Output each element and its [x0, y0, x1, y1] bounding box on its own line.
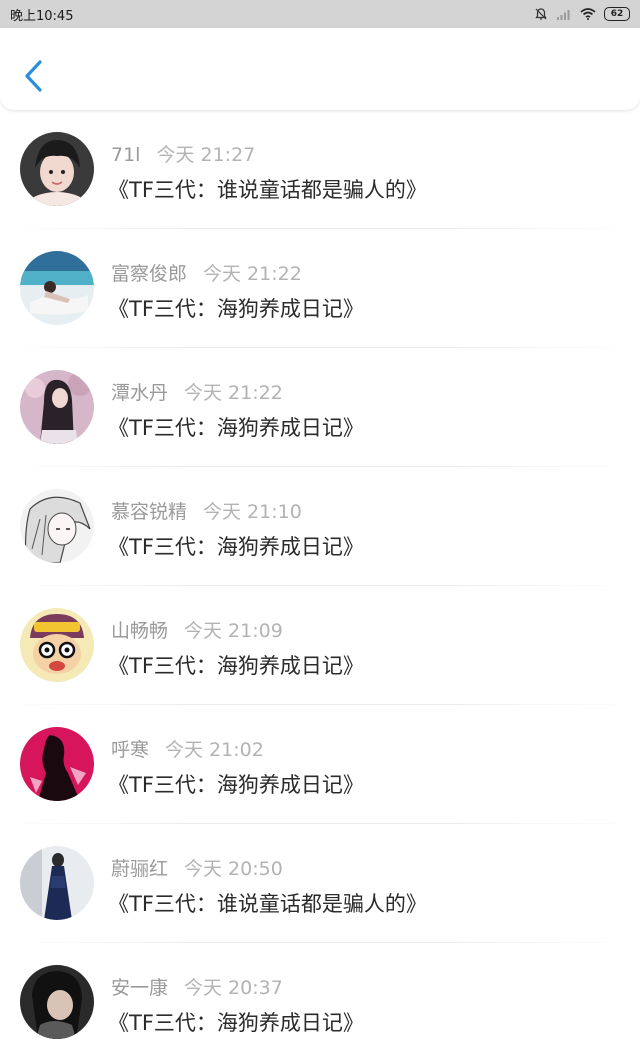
item-meta: 山畅畅 今天 21:09 [111, 616, 283, 643]
item-meta: 潭水丹 今天 21:22 [111, 378, 283, 405]
item-time: 今天 21:10 [203, 501, 302, 523]
user-name: 蔚骊红 [111, 858, 169, 880]
user-name: 富察俊郎 [111, 263, 188, 285]
item-meta: 慕容锐精 今天 21:10 [111, 497, 302, 524]
item-meta: 富察俊郎 今天 21:22 [111, 259, 302, 286]
status-icons: 62 [534, 7, 630, 21]
list-item[interactable]: 蔚骊红 今天 20:50 《TF三代：谁说童话都是骗人的》 [0, 824, 640, 943]
item-time: 今天 21:22 [184, 382, 283, 404]
avatar[interactable] [20, 489, 94, 563]
user-name: 山畅畅 [111, 620, 169, 642]
user-name: 71l [111, 144, 141, 166]
item-title: 《TF三代：谁说童话都是骗人的》 [108, 892, 427, 916]
item-time: 今天 20:50 [184, 858, 283, 880]
user-name: 潭水丹 [111, 382, 169, 404]
avatar[interactable] [20, 132, 94, 206]
item-title: 《TF三代：海狗养成日记》 [108, 297, 364, 321]
item-title: 《TF三代：谁说童话都是骗人的》 [108, 178, 427, 202]
avatar[interactable] [20, 370, 94, 444]
item-time: 今天 21:22 [203, 263, 302, 285]
user-name: 慕容锐精 [111, 501, 188, 523]
item-time: 今天 21:02 [165, 739, 264, 761]
item-time: 今天 20:37 [184, 977, 283, 999]
signal-icon [557, 10, 570, 20]
item-time: 今天 21:09 [184, 620, 283, 642]
status-bar: 晚上10:45 62 [0, 0, 640, 28]
avatar[interactable] [20, 846, 94, 920]
list-item[interactable]: 富察俊郎 今天 21:22 《TF三代：海狗养成日记》 [0, 229, 640, 348]
list-item[interactable]: 慕容锐精 今天 21:10 《TF三代：海狗养成日记》 [0, 467, 640, 586]
item-title: 《TF三代：海狗养成日记》 [108, 535, 364, 559]
item-title: 《TF三代：海狗养成日记》 [108, 1011, 364, 1035]
item-title: 《TF三代：海狗养成日记》 [108, 773, 364, 797]
list-item[interactable]: 71l 今天 21:27 《TF三代：谁说童话都是骗人的》 [0, 110, 640, 229]
list-item[interactable]: 呼寒 今天 21:02 《TF三代：海狗养成日记》 [0, 705, 640, 824]
item-time: 今天 21:27 [156, 144, 256, 166]
item-title: 《TF三代：海狗养成日记》 [108, 416, 364, 440]
wifi-icon [580, 8, 596, 20]
mute-bell-icon [535, 8, 547, 20]
avatar[interactable] [20, 608, 94, 682]
item-meta: 71l 今天 21:27 [111, 140, 255, 167]
avatar[interactable] [20, 965, 94, 1039]
top-nav-bar [0, 28, 640, 110]
list-item[interactable]: 山畅畅 今天 21:09 《TF三代：海狗养成日记》 [0, 586, 640, 705]
user-name: 呼寒 [111, 739, 150, 761]
item-meta: 蔚骊红 今天 20:50 [111, 854, 283, 881]
item-title: 《TF三代：海狗养成日记》 [108, 654, 364, 678]
chevron-left-icon [25, 60, 42, 92]
item-meta: 呼寒 今天 21:02 [111, 735, 264, 762]
back-button[interactable] [20, 58, 48, 94]
avatar[interactable] [20, 727, 94, 801]
avatar[interactable] [20, 251, 94, 325]
list-item[interactable]: 安一康 今天 20:37 《TF三代：海狗养成日记》 [0, 943, 640, 1062]
status-time: 晚上10:45 [10, 8, 74, 24]
battery-icon: 62 [604, 7, 630, 21]
user-name: 安一康 [111, 977, 169, 999]
item-meta: 安一康 今天 20:37 [111, 973, 283, 1000]
message-list: 71l 今天 21:27 《TF三代：谁说童话都是骗人的》 富察俊郎 今天 21:2… [0, 110, 640, 1062]
list-item[interactable]: 潭水丹 今天 21:22 《TF三代：海狗养成日记》 [0, 348, 640, 467]
